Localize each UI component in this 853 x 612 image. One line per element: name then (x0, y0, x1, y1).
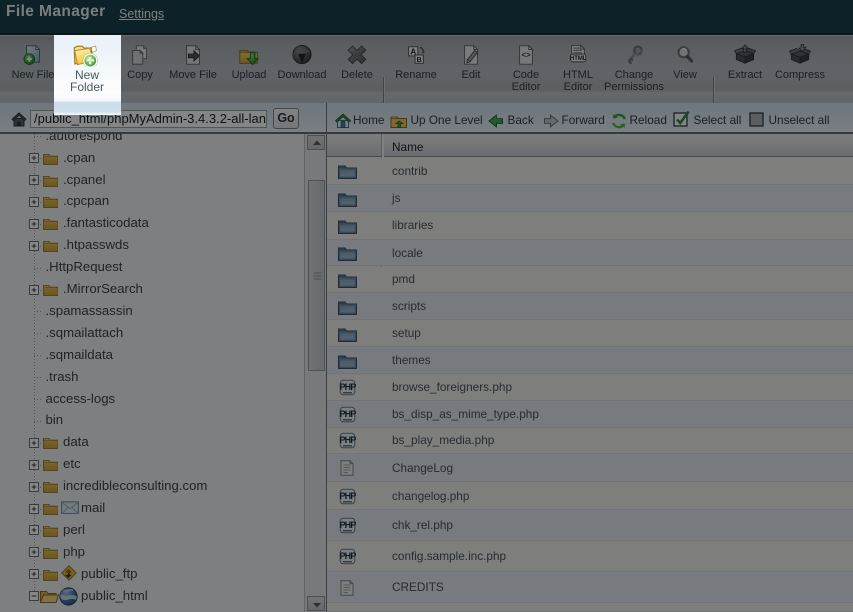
svg-text:PHP: PHP (339, 409, 356, 419)
svg-text:B: B (417, 55, 422, 64)
svg-text:PHP: PHP (339, 382, 356, 392)
svg-text:<>: <> (521, 50, 531, 59)
svg-text:PHP: PHP (339, 551, 356, 561)
svg-text:PHP: PHP (339, 520, 356, 530)
svg-text:HTML: HTML (570, 56, 587, 62)
svg-text:PHP: PHP (339, 436, 356, 446)
svg-text:PHP: PHP (339, 491, 356, 501)
